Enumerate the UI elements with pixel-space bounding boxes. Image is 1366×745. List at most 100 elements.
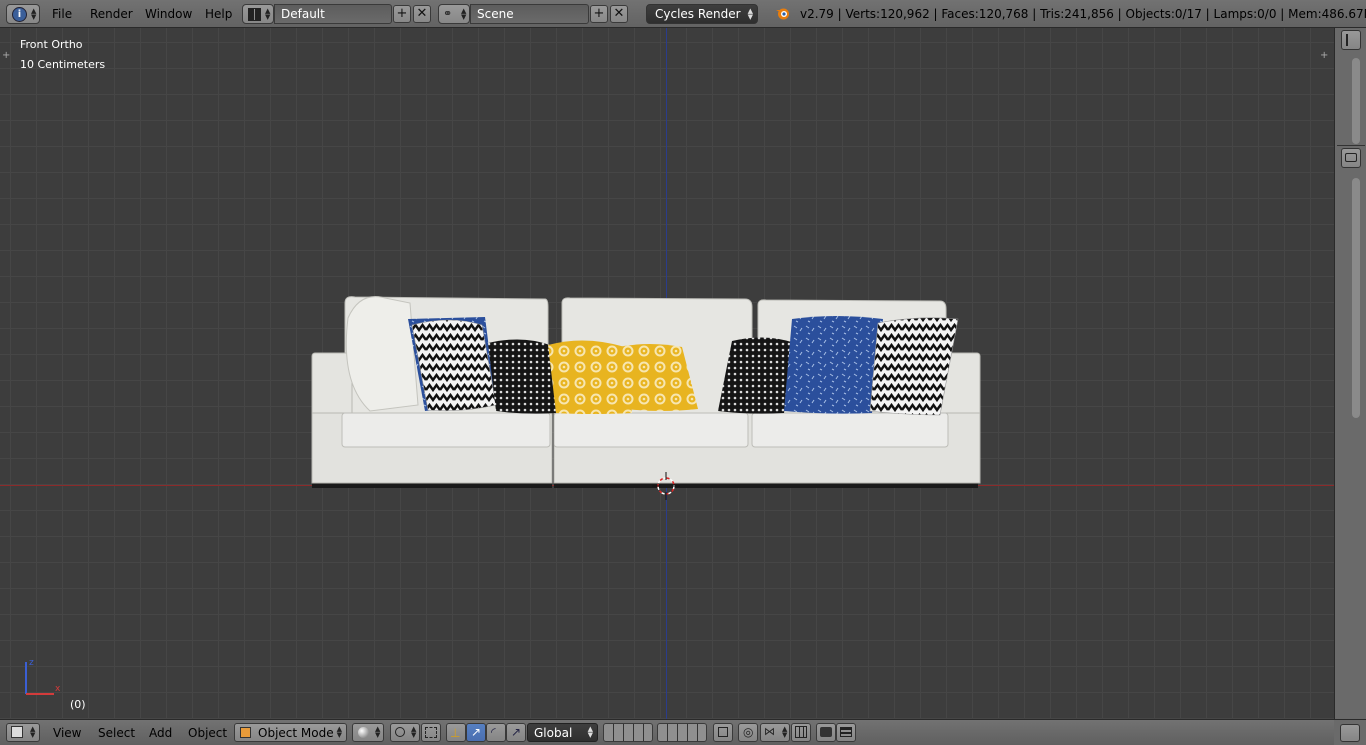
- render-opengl-button[interactable]: [816, 723, 836, 742]
- chevron-updown-icon: ▲ ▼: [411, 725, 417, 739]
- chevron-updown-icon: ▲ ▼: [265, 7, 271, 21]
- camera-icon: [820, 727, 832, 737]
- interaction-mode-dropdown[interactable]: Object Mode ▲ ▼: [234, 723, 347, 742]
- chevron-updown-icon: ▲ ▼: [336, 725, 342, 739]
- seat-cushion: [751, 412, 949, 448]
- proportional-edit-button[interactable]: ◎: [738, 723, 758, 742]
- screen-layout-browse-button[interactable]: ▲ ▼: [242, 4, 274, 24]
- pillow-blue: [784, 316, 883, 414]
- pillow-dots: [488, 339, 556, 414]
- editor-type-selector-3d[interactable]: ▲ ▼: [6, 723, 40, 742]
- chevron-updown-icon: ▲ ▼: [375, 725, 381, 739]
- info-header: i ▲ ▼ File Render Window Help ▲ ▼ Default …: [0, 0, 1366, 28]
- translate-manipulator-button[interactable]: ↗: [466, 723, 486, 742]
- panel-corner-button[interactable]: [1340, 724, 1360, 742]
- object-mode-icon: [240, 727, 251, 738]
- properties-icon: [1345, 153, 1357, 162]
- snap-element-dropdown[interactable]: ⋈ ▲ ▼: [760, 723, 790, 742]
- layer-buttons-group-2[interactable]: [657, 723, 707, 742]
- transform-orientation-dropdown[interactable]: Global ▲ ▼: [527, 723, 598, 742]
- add-layout-button[interactable]: +: [393, 5, 411, 23]
- properties-toggle-icon[interactable]: +: [1320, 50, 1328, 61]
- add-scene-button[interactable]: +: [590, 5, 608, 23]
- info-icon: i: [12, 7, 27, 22]
- grid-scale-label: 10 Centimeters: [20, 58, 106, 71]
- menu-object[interactable]: Object: [188, 726, 227, 740]
- properties-editor-button[interactable]: [1341, 148, 1361, 168]
- menu-help[interactable]: Help: [205, 7, 232, 21]
- proportional-icon: ◎: [743, 725, 754, 739]
- cube-icon: [11, 726, 23, 738]
- arrow-icon: ↗: [471, 725, 482, 739]
- chevron-updown-icon: ▲ ▼: [587, 725, 593, 739]
- scene-field[interactable]: Scene: [470, 4, 589, 24]
- close-icon: ✕: [613, 6, 625, 21]
- axis-gizmo: z x: [25, 658, 61, 695]
- layer-lock-icon: [718, 727, 728, 737]
- manipulator-icon: ⊥: [450, 726, 461, 740]
- seat-cushion: [553, 412, 749, 448]
- editor-type-selector[interactable]: i ▲ ▼: [6, 4, 40, 24]
- outliner-scrollbar[interactable]: [1352, 58, 1360, 144]
- mode-label: Object Mode: [258, 726, 334, 740]
- axis-x-label: x: [55, 684, 61, 694]
- scene-icon: ⚭: [443, 7, 453, 20]
- rotate-icon: ◜: [491, 725, 496, 739]
- center-points-icon: [425, 727, 437, 738]
- chevron-updown-icon: ▲ ▼: [782, 725, 788, 739]
- pivot-point-dropdown[interactable]: ▲ ▼: [390, 723, 420, 742]
- plus-icon: +: [396, 6, 408, 21]
- menu-window[interactable]: Window: [145, 7, 192, 21]
- lock-camera-button[interactable]: [713, 723, 733, 742]
- menu-select[interactable]: Select: [98, 726, 135, 740]
- seat-cushion: [341, 412, 551, 448]
- plus-icon: +: [593, 6, 605, 21]
- frame-number: (0): [70, 698, 86, 711]
- outliner-icon: [1346, 34, 1356, 46]
- remove-layout-button[interactable]: ✕: [413, 5, 431, 23]
- menu-render[interactable]: Render: [90, 7, 133, 21]
- render-engine-label: Cycles Render: [655, 7, 741, 21]
- divider: [1337, 145, 1365, 146]
- menu-add[interactable]: Add: [149, 726, 172, 740]
- right-panel-footer: [1334, 719, 1366, 745]
- close-icon: ✕: [416, 6, 428, 21]
- menu-view[interactable]: View: [53, 726, 81, 740]
- chevron-updown-icon: ▲ ▼: [31, 7, 37, 21]
- pivot-icon: [395, 727, 405, 737]
- view-name-label: Front Ortho: [20, 38, 83, 51]
- 3d-cursor-icon[interactable]: [652, 472, 680, 500]
- layer-buttons-group-1[interactable]: [603, 723, 653, 742]
- orientation-label: Global: [534, 726, 573, 740]
- scene-statistics: v2.79 | Verts:120,962 | Faces:120,768 | …: [800, 7, 1366, 21]
- chevron-updown-icon: ▲ ▼: [30, 725, 36, 739]
- snap-target-button[interactable]: [791, 723, 811, 742]
- menu-file[interactable]: File: [52, 7, 72, 21]
- layout-icon: [248, 8, 261, 21]
- chevron-updown-icon: ▲ ▼: [461, 7, 467, 21]
- remove-scene-button[interactable]: ✕: [610, 5, 628, 23]
- 3d-viewport[interactable]: Front Ortho 10 Centimeters + + z x (0): [0, 28, 1334, 719]
- shading-sphere-icon: [358, 727, 369, 738]
- properties-scrollbar[interactable]: [1352, 178, 1360, 418]
- scale-manipulator-button[interactable]: ↗: [506, 723, 526, 742]
- toolshelf-toggle-icon[interactable]: +: [2, 50, 10, 61]
- right-editor-strip: [1334, 28, 1366, 745]
- rotate-manipulator-button[interactable]: ◜: [486, 723, 506, 742]
- render-animation-button[interactable]: [836, 723, 856, 742]
- axis-z-label: z: [29, 658, 34, 668]
- pillow-white: [345, 296, 419, 412]
- render-engine-dropdown[interactable]: Cycles Render ▲ ▼: [646, 4, 758, 24]
- manipulator-toggle-button[interactable]: ⊥: [446, 723, 466, 742]
- viewport-shading-dropdown[interactable]: ▲ ▼: [352, 723, 384, 742]
- blender-logo-icon: [775, 6, 790, 21]
- scale-icon: ↗: [511, 725, 522, 739]
- outliner-editor-button[interactable]: [1341, 30, 1361, 50]
- screen-layout-field[interactable]: Default: [274, 4, 392, 24]
- manipulate-center-button[interactable]: [421, 723, 441, 742]
- snap-increment-icon: ⋈: [764, 725, 775, 738]
- scene-browse-button[interactable]: ⚭ ▲ ▼: [438, 4, 470, 24]
- film-icon: [840, 727, 852, 737]
- chevron-updown-icon: ▲ ▼: [747, 7, 753, 21]
- sofa-model[interactable]: [300, 263, 990, 488]
